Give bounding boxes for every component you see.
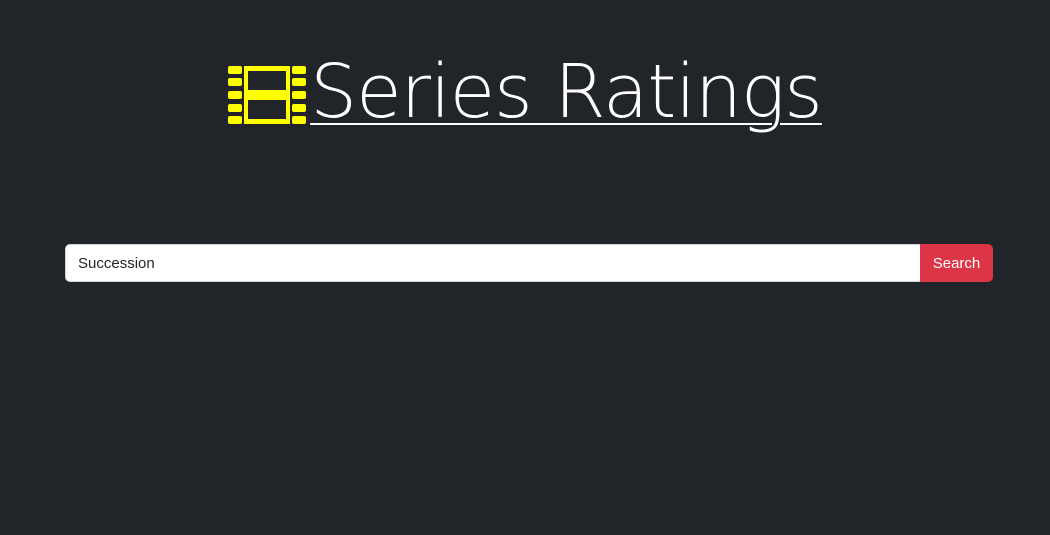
search-bar: Search — [65, 244, 993, 282]
page-header: Series Ratings — [0, 48, 1050, 136]
search-button[interactable]: Search — [920, 244, 993, 282]
search-input[interactable] — [65, 244, 920, 282]
film-icon — [228, 66, 307, 124]
app-title-link[interactable]: Series Ratings — [310, 48, 823, 136]
